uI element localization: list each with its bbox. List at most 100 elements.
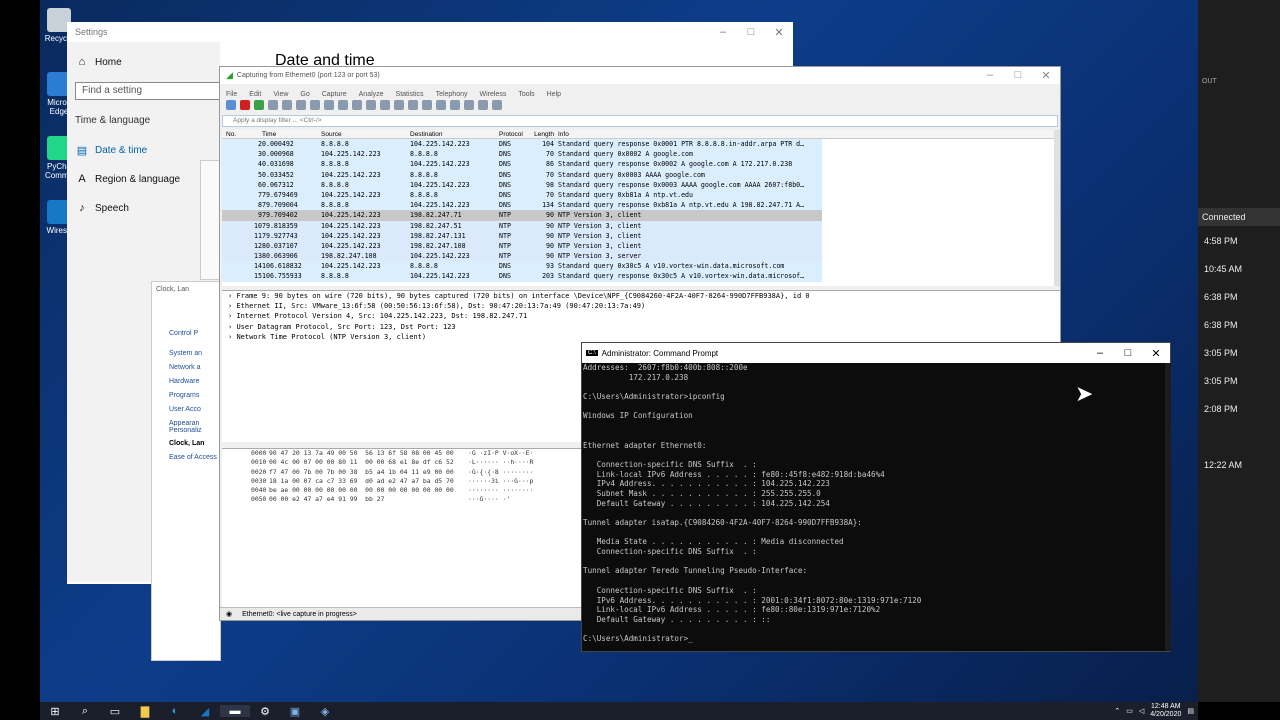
zoom-normal-icon[interactable]: [478, 100, 488, 110]
packet-row[interactable]: 5 0.033452 104.225.142.223 8.8.8.8 DNS 70 Stan…: [222, 169, 822, 180]
start-button-icon[interactable]: ⊞: [40, 705, 70, 718]
stop-capture-icon[interactable]: [240, 100, 250, 110]
start-capture-icon[interactable]: [226, 100, 236, 110]
column-header[interactable]: No.: [226, 131, 262, 138]
control-panel-link[interactable]: Hardware: [169, 378, 199, 385]
close-file-icon[interactable]: [310, 100, 320, 110]
menu-item[interactable]: Tools: [518, 91, 534, 98]
search-input[interactable]: Find a setting: [75, 82, 225, 100]
packet-row[interactable]: 8 79.709004 8.8.8.8 104.225.142.223 DNS 134 St…: [222, 200, 822, 211]
column-header[interactable]: Protocol: [499, 131, 523, 138]
packet-row[interactable]: 6 0.067312 8.8.8.8 104.225.142.223 DNS 98 Stan…: [222, 179, 822, 190]
control-panel-link[interactable]: System an: [169, 350, 202, 357]
control-panel-link[interactable]: User Acco: [169, 406, 201, 413]
detail-tree-item[interactable]: › Frame 9: 90 bytes on wire (720 bits), …: [222, 291, 1060, 301]
detail-tree-item[interactable]: › Network Time Protocol (NTP Version 3, …: [222, 332, 1060, 342]
close-button[interactable]: ✕: [1142, 347, 1170, 360]
home-link[interactable]: ⌂ Home: [75, 56, 122, 68]
nav-date-time[interactable]: ▤ Date & time: [75, 144, 147, 157]
packet-row[interactable]: 2 0.000492 8.8.8.8 104.225.142.223 DNS 104 Sta…: [222, 139, 822, 150]
column-header[interactable]: Time: [262, 131, 276, 138]
zoom-in-icon[interactable]: [450, 100, 460, 110]
menu-item[interactable]: Go: [300, 91, 309, 98]
cmd-scrollbar[interactable]: [1165, 363, 1171, 651]
column-header[interactable]: Info: [558, 131, 569, 138]
packet-row[interactable]: 14 106.618832 104.225.142.223 8.8.8.8 DNS 93 S…: [222, 261, 822, 272]
search-icon[interactable]: ⌕: [70, 705, 100, 718]
open-icon[interactable]: [282, 100, 292, 110]
tray-chevron-icon[interactable]: ⌃: [1114, 707, 1120, 715]
packet-list-scrollbar[interactable]: [1054, 130, 1060, 286]
notifications-icon[interactable]: ▤: [1187, 707, 1194, 715]
network-icon[interactable]: ▭: [1126, 707, 1133, 715]
maximize-button[interactable]: □: [1004, 69, 1032, 82]
powershell-icon[interactable]: ◈: [310, 705, 340, 718]
menu-item[interactable]: Capture: [322, 91, 347, 98]
server-manager-icon[interactable]: ▣: [280, 705, 310, 718]
volume-icon[interactable]: ◁: [1139, 707, 1144, 715]
nav-speech[interactable]: ♪ Speech: [75, 202, 129, 214]
forward-icon[interactable]: [366, 100, 376, 110]
nav-region-language[interactable]: A Region & language: [75, 173, 180, 185]
column-header[interactable]: Destination: [410, 131, 443, 138]
cmd-taskbar-icon[interactable]: ▬: [220, 705, 250, 717]
file-explorer-icon[interactable]: ▇: [130, 705, 160, 718]
control-panel-link[interactable]: Control P: [169, 330, 198, 337]
display-filter-input[interactable]: Apply a display filter ... <Ctrl-/>: [222, 115, 1058, 127]
wireshark-taskbar-icon[interactable]: ◢: [190, 705, 220, 718]
maximize-button[interactable]: □: [1114, 347, 1142, 360]
packet-list[interactable]: No. Time Source Destination Protocol Length In…: [222, 130, 1054, 286]
minimize-button[interactable]: –: [976, 69, 1004, 82]
detail-tree-item[interactable]: › Ethernet II, Src: VMware_13:6f:58 (00:…: [222, 301, 1060, 311]
packet-row[interactable]: 7 79.679469 104.225.142.223 8.8.8.8 DNS 70 Sta…: [222, 189, 822, 201]
menu-item[interactable]: File: [226, 91, 237, 98]
zoom-out-icon[interactable]: [464, 100, 474, 110]
maximize-button[interactable]: □: [737, 26, 765, 39]
packet-row[interactable]: 4 0.031698 8.8.8.8 104.225.142.223 DNS 86 Stan…: [222, 159, 822, 170]
save-icon[interactable]: [296, 100, 306, 110]
wireshark-titlebar[interactable]: ◢ Capturing from Ethernet0 (port 123 or …: [220, 67, 1060, 84]
control-panel-link[interactable]: Appearan Personaliz: [169, 420, 220, 434]
packet-row[interactable]: 13 80.063906 198.82.247.108 104.225.142.223…: [222, 251, 822, 262]
packet-row[interactable]: 11 79.927743 104.225.142.223 198.82.247.131…: [222, 230, 822, 241]
restart-capture-icon[interactable]: [254, 100, 264, 110]
connected-label[interactable]: Connected: [1198, 208, 1280, 226]
column-header[interactable]: Source: [321, 131, 342, 138]
reload-icon[interactable]: [324, 100, 334, 110]
settings-titlebar[interactable]: Settings – □ ✕: [67, 22, 793, 42]
options-icon[interactable]: [268, 100, 278, 110]
settings-gear-icon[interactable]: ⚙: [250, 705, 280, 718]
first-icon[interactable]: [394, 100, 404, 110]
menu-item[interactable]: Telephony: [436, 91, 468, 98]
control-panel-link[interactable]: Programs: [169, 392, 199, 399]
close-button[interactable]: ✕: [765, 26, 793, 39]
menu-item[interactable]: Wireless: [479, 91, 506, 98]
detail-tree-item[interactable]: › Internet Protocol Version 4, Src: 104.…: [222, 311, 1060, 321]
colorize-icon[interactable]: [436, 100, 446, 110]
packet-row[interactable]: 10 79.818359 104.225.142.223 198.82.247.51 N…: [222, 220, 822, 231]
autoscroll-icon[interactable]: [422, 100, 432, 110]
menu-item[interactable]: Analyze: [359, 91, 384, 98]
minimize-button[interactable]: –: [709, 26, 737, 39]
console-output[interactable]: Addresses: 2607:f8b0:400b:808::200e 172.…: [582, 363, 1164, 651]
packet-row[interactable]: 9 79.709402 104.225.142.223 198.82.247.71 NT…: [222, 210, 822, 221]
minimize-button[interactable]: –: [1086, 347, 1114, 360]
column-header[interactable]: Length: [534, 131, 554, 138]
resize-columns-icon[interactable]: [492, 100, 502, 110]
task-view-icon[interactable]: ▭: [100, 705, 130, 718]
control-panel-link[interactable]: Ease of Access: [169, 454, 217, 461]
cmd-titlebar[interactable]: C:\ Administrator: Command Prompt – □ ✕: [582, 343, 1170, 363]
packet-row[interactable]: 12 80.037107 104.225.142.223 198.82.247.108…: [222, 240, 822, 252]
clock[interactable]: 12:48 AM 4/20/2020: [1150, 703, 1181, 719]
edge-taskbar-icon[interactable]: ◐: [160, 705, 190, 717]
packet-row[interactable]: 3 0.000968 104.225.142.223 8.8.8.8 DNS 70 Stan…: [222, 149, 822, 160]
control-panel-link[interactable]: Clock, Lan: [169, 440, 204, 447]
find-icon[interactable]: [338, 100, 348, 110]
menu-item[interactable]: View: [273, 91, 288, 98]
goto-icon[interactable]: [380, 100, 390, 110]
control-panel-link[interactable]: Network a: [169, 364, 201, 371]
menu-item[interactable]: Help: [547, 91, 561, 98]
packet-row[interactable]: 15 106.755933 8.8.8.8 104.225.142.223 DNS 203…: [222, 271, 822, 282]
close-button[interactable]: ✕: [1032, 69, 1060, 82]
menu-item[interactable]: Edit: [249, 91, 261, 98]
